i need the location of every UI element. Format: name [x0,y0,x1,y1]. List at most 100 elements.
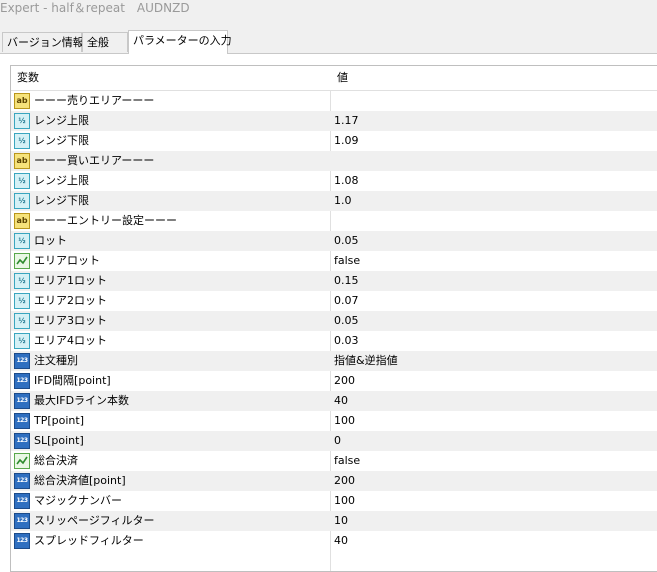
variable-cell: ½ エリア4ロット [11,331,330,351]
table-row[interactable]: エリアロット false [11,251,657,271]
variable-name: レンジ下限 [34,194,89,207]
variable-name: 総合決済値[point] [34,474,126,487]
variable-cell: 123 マジックナンバー [11,491,330,511]
table-row[interactable]: 123 最大IFDライン本数 40 [11,391,657,411]
double-icon: ½ [14,233,30,249]
table-row[interactable]: ½ ロット 0.05 [11,231,657,251]
double-icon: ½ [14,273,30,289]
variable-cell: ½ エリア2ロット [11,291,330,311]
value-cell[interactable]: 1.0 [331,191,657,211]
value-cell[interactable]: 0.07 [331,291,657,311]
value-cell[interactable]: 0 [331,431,657,451]
value-cell[interactable]: false [331,251,657,271]
variable-name: スプレッドフィルター [34,534,144,547]
variable-name: 注文種別 [34,354,78,367]
table-row[interactable]: ½ エリア2ロット 0.07 [11,291,657,311]
value-cell[interactable]: 1.17 [331,111,657,131]
value-cell[interactable]: 1.08 [331,171,657,191]
value-cell[interactable]: 200 [331,371,657,391]
variable-name: レンジ下限 [34,134,89,147]
int-icon: 123 [14,513,30,529]
tab-general[interactable]: 全般 [82,32,128,52]
string-icon: ab [14,153,30,169]
double-icon: ½ [14,293,30,309]
double-icon: ½ [14,193,30,209]
value-cell[interactable] [331,211,657,231]
grid-header: 変数 値 [11,66,657,91]
variable-cell: ½ レンジ下限 [11,191,330,211]
table-row[interactable]: ½ エリア1ロット 0.15 [11,271,657,291]
int-icon: 123 [14,353,30,369]
value-cell[interactable]: 0.03 [331,331,657,351]
variable-name: IFD間隔[point] [34,374,111,387]
double-icon: ½ [14,333,30,349]
table-row[interactable]: 123 SL[point] 0 [11,431,657,451]
variable-name: SL[point] [34,434,84,447]
table-row[interactable]: 123 マジックナンバー 100 [11,491,657,511]
variable-cell: ½ エリア1ロット [11,271,330,291]
table-row[interactable]: 123 注文種別 指値&逆指値 [11,351,657,371]
variable-name: エリア1ロット [34,274,107,287]
tab-bar: バージョン情報 全般 パラメーターの入力 [0,30,657,54]
int-icon: 123 [14,533,30,549]
variable-cell: ½ レンジ下限 [11,131,330,151]
value-cell[interactable]: 指値&逆指値 [331,351,657,371]
variable-name: エリアロット [34,254,100,267]
table-row[interactable]: ½ レンジ上限 1.08 [11,171,657,191]
value-cell[interactable]: 100 [331,411,657,431]
double-icon: ½ [14,173,30,189]
variable-name: エリア4ロット [34,334,107,347]
value-cell[interactable]: 0.05 [331,311,657,331]
value-cell[interactable] [331,91,657,111]
variable-cell: ab ーーー売りエリアーーー [11,91,330,111]
variable-name: エリア2ロット [34,294,107,307]
variable-name: マジックナンバー [34,494,122,507]
double-icon: ½ [14,313,30,329]
variable-cell: ½ ロット [11,231,330,251]
table-row[interactable]: 123 TP[point] 100 [11,411,657,431]
table-row[interactable]: ½ レンジ下限 1.0 [11,191,657,211]
table-row[interactable]: ½ レンジ上限 1.17 [11,111,657,131]
table-row[interactable]: ½ エリア3ロット 0.05 [11,311,657,331]
tab-version-info[interactable]: バージョン情報 [2,32,84,52]
value-cell[interactable] [331,151,657,171]
grid-rows: ab ーーー売りエリアーーー ½ レンジ上限 1.17 ½ レンジ下限 1.09 ab ーーー買い… [11,91,657,551]
value-cell[interactable]: 1.09 [331,131,657,151]
int-icon: 123 [14,393,30,409]
variable-name: ーーー売りエリアーーー [34,94,155,107]
table-row[interactable]: ½ レンジ下限 1.09 [11,131,657,151]
header-value[interactable]: 値 [331,66,657,90]
int-icon: 123 [14,413,30,429]
variable-cell: ab ーーーエントリー設定ーーー [11,211,330,231]
value-cell[interactable]: 0.15 [331,271,657,291]
variable-cell: 123 注文種別 [11,351,330,371]
variable-name: 最大IFDライン本数 [34,394,130,407]
variable-cell: 123 スプレッドフィルター [11,531,330,551]
bool-icon [14,453,30,469]
variable-name: TP[point] [34,414,84,427]
table-row[interactable]: ½ エリア4ロット 0.03 [11,331,657,351]
value-cell[interactable]: 40 [331,531,657,551]
value-cell[interactable]: 40 [331,391,657,411]
value-cell[interactable]: 200 [331,471,657,491]
double-icon: ½ [14,133,30,149]
variable-name: ーーー買いエリアーーー [34,154,155,167]
table-row[interactable]: ab ーーー買いエリアーーー [11,151,657,171]
variable-cell: 123 TP[point] [11,411,330,431]
table-row[interactable]: 123 総合決済値[point] 200 [11,471,657,491]
header-variable[interactable]: 変数 [11,66,330,90]
variable-cell: 123 IFD間隔[point] [11,371,330,391]
value-cell[interactable]: false [331,451,657,471]
tab-parameters[interactable]: パラメーターの入力 [128,30,232,54]
table-row[interactable]: ab ーーーエントリー設定ーーー [11,211,657,231]
value-cell[interactable]: 0.05 [331,231,657,251]
table-row[interactable]: 総合決済 false [11,451,657,471]
bool-icon [14,253,30,269]
table-row[interactable]: 123 スプレッドフィルター 40 [11,531,657,551]
value-cell[interactable]: 10 [331,511,657,531]
parameters-grid: 変数 値 ab ーーー売りエリアーーー ½ レンジ上限 1.17 ½ レンジ下限 1.09 ab… [10,65,657,572]
table-row[interactable]: ab ーーー売りエリアーーー [11,91,657,111]
table-row[interactable]: 123 スリッページフィルター 10 [11,511,657,531]
value-cell[interactable]: 100 [331,491,657,511]
table-row[interactable]: 123 IFD間隔[point] 200 [11,371,657,391]
